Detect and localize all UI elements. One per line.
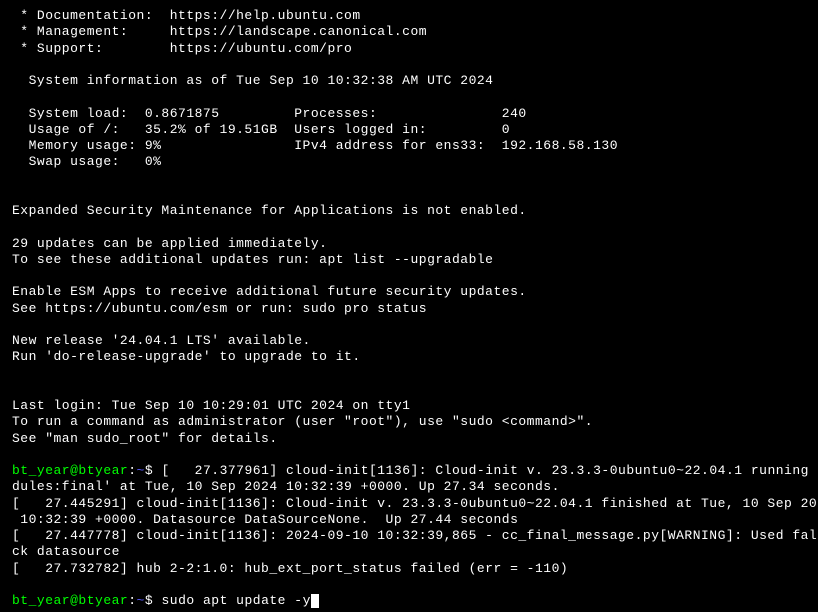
command-input[interactable]: sudo apt update -y	[161, 593, 310, 608]
prompt-path: ~	[137, 593, 145, 608]
last-login: Last login: Tue Sep 10 10:29:01 UTC 2024…	[12, 398, 806, 414]
sudo-hint: To run a command as administrator (user …	[12, 414, 806, 430]
terminal-output: * Documentation: https://help.ubuntu.com…	[12, 8, 806, 609]
updates-hint: To see these additional updates run: apt…	[12, 252, 806, 268]
motd-doc-link: * Documentation: https://help.ubuntu.com	[12, 8, 806, 24]
kernel-msg: [ 27.732782] hub 2-2:1.0: hub_ext_port_s…	[12, 561, 806, 577]
prompt-symbol: $	[145, 593, 153, 608]
motd-mgmt-link: * Management: https://landscape.canonica…	[12, 24, 806, 40]
prompt-line-1: bt_year@btyear:~$ [ 27.377961] cloud-ini…	[12, 463, 806, 479]
kernel-msg: [ 27.445291] cloud-init[1136]: Cloud-ini…	[12, 496, 806, 512]
kernel-msg: dules:final' at Tue, 10 Sep 2024 10:32:3…	[12, 479, 806, 495]
kernel-msg: ck datasource	[12, 544, 806, 560]
sysinfo-row: System load: 0.8671875 Processes: 240	[12, 106, 806, 122]
prompt-userhost: bt_year@btyear	[12, 593, 128, 608]
esm-disabled: Expanded Security Maintenance for Applic…	[12, 203, 806, 219]
motd-support-link: * Support: https://ubuntu.com/pro	[12, 41, 806, 57]
prompt-path: ~	[137, 463, 145, 478]
sysinfo-row: Swap usage: 0%	[12, 154, 806, 170]
sysinfo-row: Usage of /: 35.2% of 19.51GB Users logge…	[12, 122, 806, 138]
kernel-msg: [ 27.447778] cloud-init[1136]: 2024-09-1…	[12, 528, 806, 544]
prompt-userhost: bt_year@btyear	[12, 463, 128, 478]
new-release: New release '24.04.1 LTS' available.	[12, 333, 806, 349]
cursor	[311, 594, 319, 608]
release-upgrade-hint: Run 'do-release-upgrade' to upgrade to i…	[12, 349, 806, 365]
sudo-hint-man: See "man sudo_root" for details.	[12, 431, 806, 447]
kernel-msg: 27.377961] cloud-init[1136]: Cloud-init …	[170, 463, 818, 478]
sysinfo-header: System information as of Tue Sep 10 10:3…	[12, 73, 806, 89]
prompt-line-2[interactable]: bt_year@btyear:~$ sudo apt update -y	[12, 593, 806, 609]
esm-enable: Enable ESM Apps to receive additional fu…	[12, 284, 806, 300]
kernel-msg: 10:32:39 +0000. Datasource DataSourceNon…	[12, 512, 806, 528]
sysinfo-row: Memory usage: 9% IPv4 address for ens33:…	[12, 138, 806, 154]
updates-available: 29 updates can be applied immediately.	[12, 236, 806, 252]
esm-enable-hint: See https://ubuntu.com/esm or run: sudo …	[12, 301, 806, 317]
prompt-symbol: $	[145, 463, 153, 478]
